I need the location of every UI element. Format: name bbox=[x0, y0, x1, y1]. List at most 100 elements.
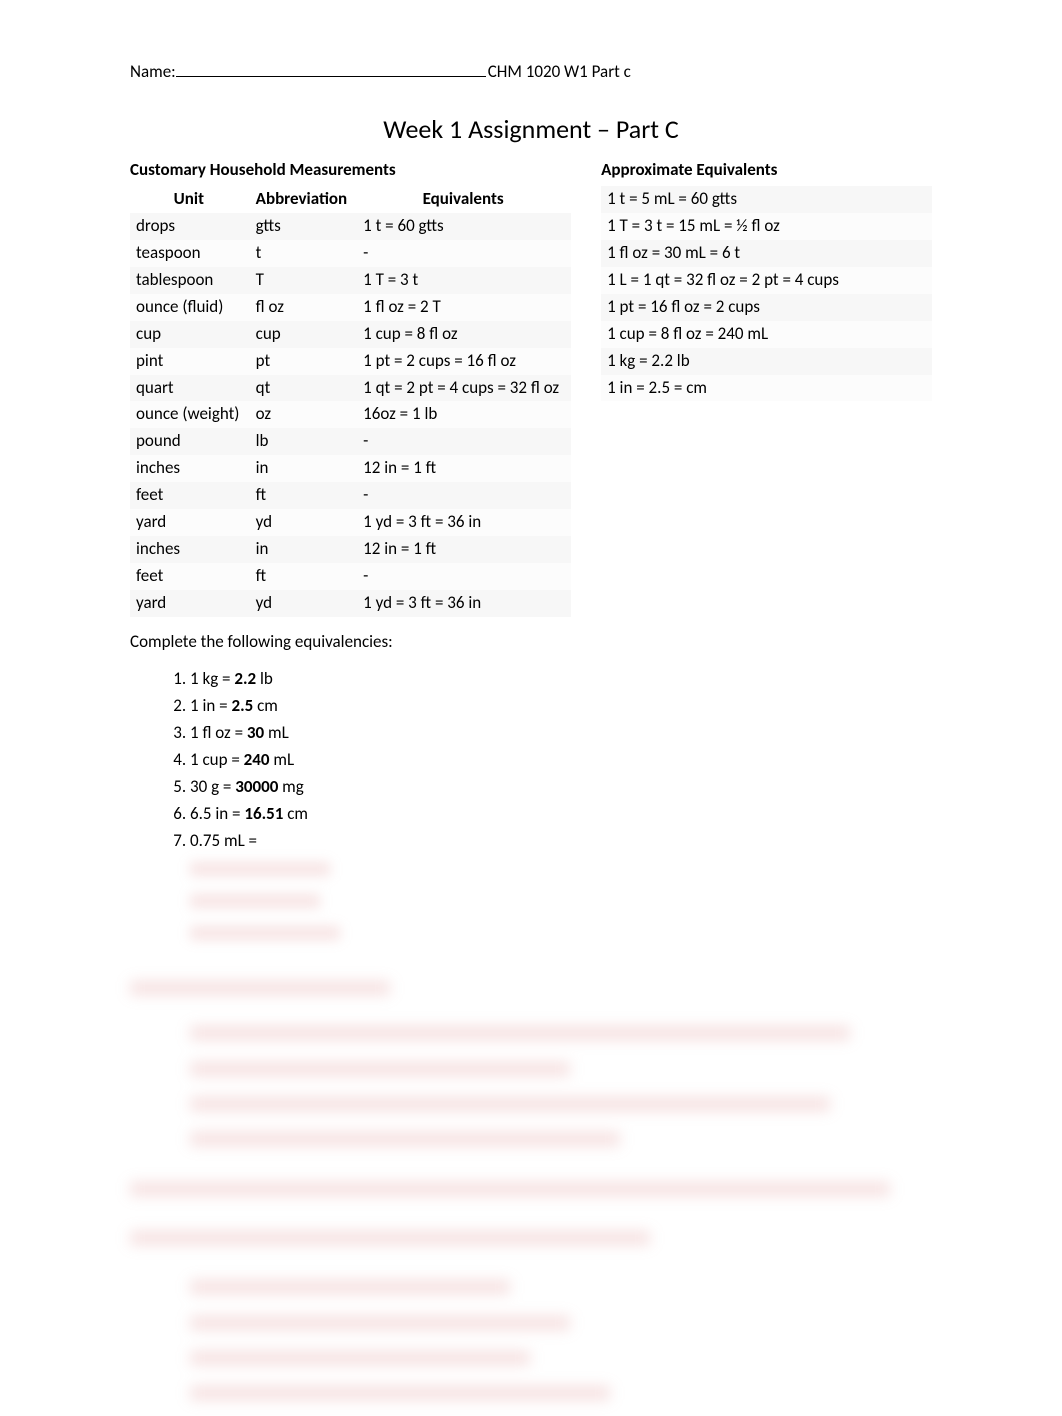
cell-equiv: 1 qt = 2 pt = 4 cups = 32 fl oz bbox=[357, 375, 571, 402]
cell-unit: inches bbox=[130, 536, 250, 563]
cell-abbr: pt bbox=[250, 348, 358, 375]
cell-equiv: 1 yd = 3 ft = 36 in bbox=[357, 590, 571, 617]
cell-unit: ounce (weight) bbox=[130, 401, 250, 428]
approx-item: 1 kg = 2.2 lb bbox=[601, 348, 932, 375]
equiv-post: cm bbox=[283, 803, 308, 824]
cell-equiv: 16oz = 1 lb bbox=[357, 401, 571, 428]
cell-equiv: 1 T = 3 t bbox=[357, 267, 571, 294]
equiv-pre: 1 in = bbox=[190, 695, 231, 716]
left-column: Customary Household Measurements Unit Ab… bbox=[130, 159, 571, 617]
measurements-table: Unit Abbreviation Equivalents dropsgtts1… bbox=[130, 186, 571, 617]
cell-abbr: lb bbox=[250, 428, 358, 455]
cell-abbr: in bbox=[250, 455, 358, 482]
cell-unit: drops bbox=[130, 213, 250, 240]
cell-abbr: t bbox=[250, 240, 358, 267]
table-row: yardyd1 yd = 3 ft = 36 in bbox=[130, 590, 571, 617]
cell-equiv: 1 yd = 3 ft = 36 in bbox=[357, 509, 571, 536]
cell-unit: feet bbox=[130, 563, 250, 590]
content-columns: Customary Household Measurements Unit Ab… bbox=[130, 159, 932, 617]
name-label: Name: bbox=[130, 61, 176, 84]
table-row: tablespoonT1 T = 3 t bbox=[130, 267, 571, 294]
cell-unit: tablespoon bbox=[130, 267, 250, 294]
cell-abbr: gtts bbox=[250, 213, 358, 240]
table-row: teaspoont- bbox=[130, 240, 571, 267]
approx-item: 1 T = 3 t = 15 mL = ½ fl oz bbox=[601, 213, 932, 240]
cell-equiv: 12 in = 1 ft bbox=[357, 536, 571, 563]
approx-item: 1 pt = 16 fl oz = 2 cups bbox=[601, 294, 932, 321]
cell-equiv: - bbox=[357, 428, 571, 455]
equiv-pre: 0.75 mL = bbox=[190, 830, 257, 851]
right-column: Approximate Equivalents 1 t = 5 mL = 60 … bbox=[601, 159, 932, 401]
equiv-item: 1 kg = 2.2 lb bbox=[190, 666, 932, 693]
cell-equiv: 1 t = 60 gtts bbox=[357, 213, 571, 240]
table-row: dropsgtts1 t = 60 gtts bbox=[130, 213, 571, 240]
approx-item: 1 cup = 8 fl oz = 240 mL bbox=[601, 321, 932, 348]
cell-unit: quart bbox=[130, 375, 250, 402]
table-row: inchesin12 in = 1 ft bbox=[130, 536, 571, 563]
equiv-pre: 30 g = bbox=[190, 776, 235, 797]
left-section-title: Customary Household Measurements bbox=[130, 159, 571, 182]
cell-equiv: 12 in = 1 ft bbox=[357, 455, 571, 482]
name-blank[interactable] bbox=[176, 60, 486, 77]
equiv-item: 1 fl oz = 30 mL bbox=[190, 720, 932, 747]
equiv-item: 1 cup = 240 mL bbox=[190, 747, 932, 774]
equiv-pre: 1 kg = bbox=[190, 668, 234, 689]
table-row: inchesin12 in = 1 ft bbox=[130, 455, 571, 482]
cell-equiv: 1 cup = 8 fl oz bbox=[357, 321, 571, 348]
table-header-row: Unit Abbreviation Equivalents bbox=[130, 186, 571, 213]
cell-unit: teaspoon bbox=[130, 240, 250, 267]
table-row: cupcup1 cup = 8 fl oz bbox=[130, 321, 571, 348]
table-row: feetft- bbox=[130, 482, 571, 509]
course-code: CHM 1020 W1 Part c bbox=[488, 61, 631, 84]
equiv-item: 0.75 mL = bbox=[190, 828, 932, 855]
table-row: poundlb- bbox=[130, 428, 571, 455]
cell-unit: feet bbox=[130, 482, 250, 509]
complete-instruction: Complete the following equivalencies: bbox=[130, 631, 932, 654]
col-unit: Unit bbox=[130, 186, 250, 213]
right-section-title: Approximate Equivalents bbox=[601, 159, 932, 182]
equiv-item: 30 g = 30000 mg bbox=[190, 774, 932, 801]
cell-equiv: - bbox=[357, 240, 571, 267]
equiv-post: mL bbox=[270, 749, 295, 770]
approx-item: 1 in = 2.5 = cm bbox=[601, 375, 932, 402]
cell-unit: yard bbox=[130, 590, 250, 617]
approx-item: 1 t = 5 mL = 60 gtts bbox=[601, 186, 932, 213]
cell-abbr: ft bbox=[250, 482, 358, 509]
cell-abbr: ft bbox=[250, 563, 358, 590]
table-row: ounce (fluid)fl oz1 fl oz = 2 T bbox=[130, 294, 571, 321]
cell-equiv: 1 pt = 2 cups = 16 fl oz bbox=[357, 348, 571, 375]
approx-item: 1 fl oz = 30 mL = 6 t bbox=[601, 240, 932, 267]
equiv-answer: 30000 bbox=[235, 776, 278, 797]
equiv-pre: 6.5 in = bbox=[190, 803, 244, 824]
cell-equiv: - bbox=[357, 482, 571, 509]
table-row: quartqt1 qt = 2 pt = 4 cups = 32 fl oz bbox=[130, 375, 571, 402]
approx-list: 1 t = 5 mL = 60 gtts1 T = 3 t = 15 mL = … bbox=[601, 186, 932, 402]
cell-abbr: qt bbox=[250, 375, 358, 402]
table-row: ounce (weight)oz16oz = 1 lb bbox=[130, 401, 571, 428]
equiv-post: mL bbox=[264, 722, 289, 743]
equiv-answer: 2.2 bbox=[234, 668, 256, 689]
equiv-answer: 240 bbox=[244, 749, 270, 770]
cell-abbr: oz bbox=[250, 401, 358, 428]
equiv-pre: 1 cup = bbox=[190, 749, 244, 770]
approx-item: 1 L = 1 qt = 32 fl oz = 2 pt = 4 cups bbox=[601, 267, 932, 294]
cell-abbr: yd bbox=[250, 509, 358, 536]
equiv-post: cm bbox=[253, 695, 278, 716]
cell-unit: pound bbox=[130, 428, 250, 455]
equivalencies-list: 1 kg = 2.2 lb1 in = 2.5 cm1 fl oz = 30 m… bbox=[190, 666, 932, 855]
equiv-post: mg bbox=[278, 776, 303, 797]
cell-equiv: - bbox=[357, 563, 571, 590]
col-abbr: Abbreviation bbox=[250, 186, 358, 213]
table-row: feetft- bbox=[130, 563, 571, 590]
page-title: Week 1 Assignment – Part C bbox=[130, 112, 932, 147]
col-equiv: Equivalents bbox=[357, 186, 571, 213]
cell-abbr: T bbox=[250, 267, 358, 294]
cell-unit: ounce (fluid) bbox=[130, 294, 250, 321]
cell-unit: cup bbox=[130, 321, 250, 348]
equiv-pre: 1 fl oz = bbox=[190, 722, 247, 743]
cell-unit: yard bbox=[130, 509, 250, 536]
equiv-post: lb bbox=[256, 668, 273, 689]
equiv-item: 1 in = 2.5 cm bbox=[190, 693, 932, 720]
blurred-list-continuation bbox=[190, 858, 932, 954]
cell-unit: inches bbox=[130, 455, 250, 482]
